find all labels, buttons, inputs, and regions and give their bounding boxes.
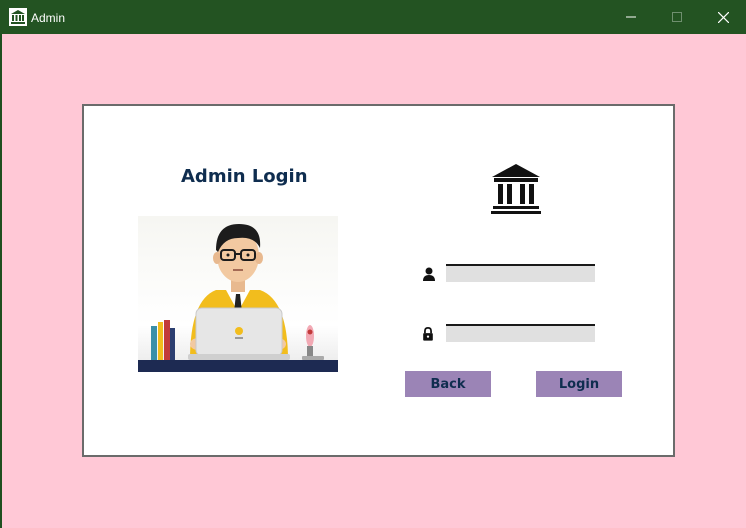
maximize-icon	[672, 12, 682, 22]
password-field[interactable]	[446, 324, 595, 342]
back-button[interactable]: Back	[405, 371, 491, 397]
bank-icon	[9, 8, 27, 26]
login-button[interactable]: Login	[536, 371, 622, 397]
title-bar: Admin	[0, 0, 746, 34]
window-title: Admin	[31, 11, 66, 25]
admin-with-laptop-illustration	[138, 216, 338, 372]
username-field[interactable]	[446, 264, 595, 282]
minimize-button[interactable]	[608, 0, 654, 34]
page-title: Admin Login	[181, 166, 308, 187]
close-button[interactable]	[700, 0, 746, 34]
close-icon	[717, 11, 729, 23]
maximize-button[interactable]	[654, 0, 700, 34]
bank-icon	[491, 164, 541, 214]
lock-icon	[423, 327, 433, 341]
minimize-icon	[626, 16, 636, 18]
user-icon	[423, 267, 435, 281]
